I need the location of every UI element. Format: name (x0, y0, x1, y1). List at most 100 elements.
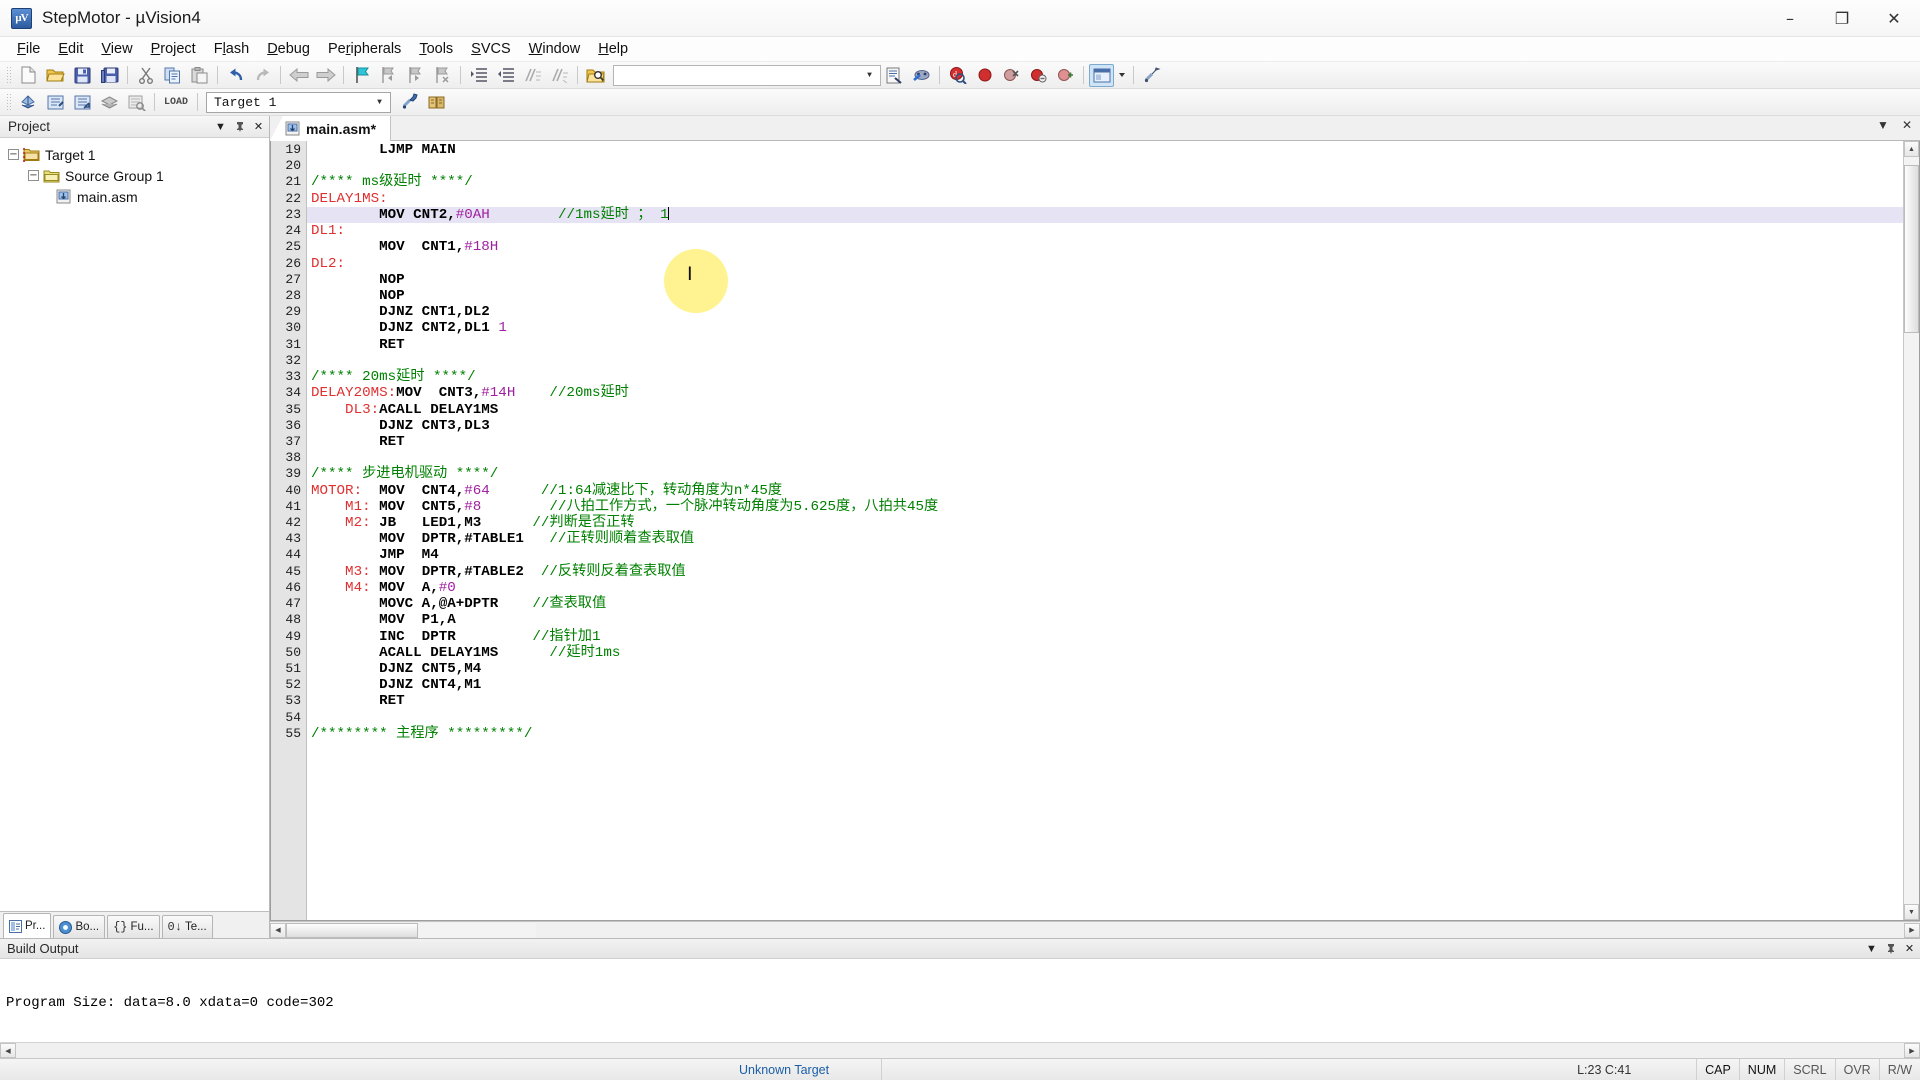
code-line[interactable]: DJNZ CNT4,M1 (307, 677, 1903, 693)
paste-icon[interactable] (187, 64, 212, 87)
save-all-icon[interactable] (97, 64, 122, 87)
target-selector[interactable]: Target 1 ▼ (206, 91, 391, 113)
close-button[interactable]: ✕ (1868, 0, 1920, 37)
code-text-area[interactable]: LJMP MAIN /**** ms级延时 ****/DELAY1MS: MOV … (307, 141, 1903, 920)
code-line[interactable]: RET (307, 434, 1903, 450)
tree-node-main-asm[interactable]: main.asm (0, 186, 269, 207)
menu-project[interactable]: Project (142, 38, 205, 60)
editor-tab-main-asm[interactable]: main.asm* (283, 116, 392, 141)
code-line[interactable]: RET (307, 693, 1903, 709)
cut-icon[interactable] (133, 64, 158, 87)
build-target-icon[interactable] (43, 91, 68, 114)
menu-flash[interactable]: Flash (205, 38, 258, 60)
scroll-left-button[interactable]: ◀ (270, 922, 286, 938)
code-line[interactable]: NOP (307, 272, 1903, 288)
editor-vertical-scrollbar[interactable]: ▲ ▼ (1903, 141, 1919, 920)
code-line[interactable]: INC DPTR //指针加1 (307, 629, 1903, 645)
code-line[interactable]: JMP M4 (307, 547, 1903, 563)
maximize-button[interactable]: ❐ (1816, 0, 1868, 37)
chevron-down-icon[interactable]: ▼ (212, 118, 229, 136)
editor-tab-close-icon[interactable]: ✕ (1898, 118, 1916, 132)
code-line[interactable]: ACALL DELAY1MS //延时1ms (307, 645, 1903, 661)
close-icon[interactable]: ✕ (1901, 940, 1918, 958)
build-scroll-right-button[interactable]: ▶ (1904, 1043, 1920, 1058)
translate-file-icon[interactable] (16, 91, 41, 114)
code-line[interactable]: DJNZ CNT5,M4 (307, 661, 1903, 677)
code-line[interactable]: /**** 步进电机驱动 ****/ (307, 466, 1903, 482)
navigate-back-icon[interactable] (286, 64, 311, 87)
menu-edit[interactable]: Edit (49, 38, 92, 60)
code-line[interactable]: MOV DPTR,#TABLE1 //正转则顺着查表取值 (307, 531, 1903, 547)
breakpoint-insert-icon[interactable] (972, 64, 997, 87)
bookmark-next-icon[interactable] (403, 64, 428, 87)
toolbar-grip[interactable] (5, 92, 12, 112)
code-line[interactable]: M2: JB LED1,M3 //判断是否正转 (307, 515, 1903, 531)
pin-icon[interactable] (231, 118, 248, 136)
navigate-forward-icon[interactable] (313, 64, 338, 87)
code-line[interactable] (307, 710, 1903, 726)
window-layout-dropdown[interactable] (1116, 64, 1128, 87)
code-line[interactable]: MOV CNT2,#0AH //1ms延时 ； 1 (307, 206, 1903, 224)
uncomment-lines-icon[interactable] (547, 64, 572, 87)
expander-icon[interactable]: − (8, 149, 19, 160)
editor-tab-menu-icon[interactable]: ▼ (1873, 118, 1893, 132)
indent-right-icon[interactable] (466, 64, 491, 87)
code-line[interactable]: LJMP MAIN (307, 142, 1903, 158)
code-line[interactable]: NOP (307, 288, 1903, 304)
code-line[interactable]: /**** ms级延时 ****/ (307, 174, 1903, 190)
breakpoint-kill-all-icon[interactable] (999, 64, 1024, 87)
tab-books[interactable]: Bo... (53, 915, 106, 938)
tree-node-source-group[interactable]: − Source Group 1 (0, 165, 269, 186)
open-file-icon[interactable] (43, 64, 68, 87)
scroll-down-button[interactable]: ▼ (1904, 904, 1919, 920)
menu-peripherals[interactable]: Peripherals (319, 38, 410, 60)
find-in-files-icon[interactable] (583, 64, 608, 87)
code-line[interactable]: /**** 20ms延时 ****/ (307, 369, 1903, 385)
bookmark-toggle-icon[interactable] (349, 64, 374, 87)
settings-icon[interactable] (1139, 64, 1164, 87)
tab-project[interactable]: Pr... (3, 913, 52, 938)
tab-templates[interactable]: 0↓ Te... (161, 915, 213, 938)
find-combo[interactable]: ▼ (613, 64, 881, 86)
menu-view[interactable]: View (92, 38, 141, 60)
save-icon[interactable] (70, 64, 95, 87)
code-line[interactable]: DELAY1MS: (307, 191, 1903, 207)
chevron-down-icon[interactable]: ▼ (372, 93, 387, 112)
menu-tools[interactable]: Tools (410, 38, 462, 60)
bookmark-prev-icon[interactable] (376, 64, 401, 87)
configuration-wizard-icon[interactable] (882, 64, 907, 87)
code-line[interactable]: MOVC A,@A+DPTR //查表取值 (307, 596, 1903, 612)
menu-debug[interactable]: Debug (258, 38, 319, 60)
code-line[interactable]: DL3:ACALL DELAY1MS (307, 402, 1903, 418)
stop-build-icon[interactable] (124, 91, 149, 114)
build-scroll-left-button[interactable]: ◀ (0, 1043, 16, 1058)
rebuild-all-icon[interactable] (70, 91, 95, 114)
editor-horizontal-scrollbar[interactable]: ◀ ▶ (270, 921, 1920, 938)
batch-build-icon[interactable] (97, 91, 122, 114)
start-debug-session-icon[interactable]: d (945, 64, 970, 87)
code-line[interactable]: MOV P1,A (307, 612, 1903, 628)
code-line[interactable]: DL2: (307, 256, 1903, 272)
menu-window[interactable]: Window (520, 38, 590, 60)
undo-icon[interactable] (223, 64, 248, 87)
debug-start-icon[interactable] (909, 64, 934, 87)
comment-lines-icon[interactable] (520, 64, 545, 87)
code-line[interactable] (307, 353, 1903, 369)
horizontal-scroll-track[interactable] (286, 922, 536, 938)
code-line[interactable]: DJNZ CNT3,DL3 (307, 418, 1903, 434)
breakpoint-enable-icon[interactable] (1053, 64, 1078, 87)
download-icon[interactable]: LOAD (160, 91, 192, 114)
code-line[interactable]: M4: MOV A,#0 (307, 580, 1903, 596)
expander-icon[interactable]: − (28, 170, 39, 181)
chevron-down-icon[interactable]: ▼ (862, 66, 877, 85)
code-line[interactable]: M1: MOV CNT5,#8 //八拍工作方式，一个脉冲转动角度为5.625度… (307, 499, 1903, 515)
code-line[interactable]: M3: MOV DPTR,#TABLE2 //反转则反着查表取值 (307, 564, 1903, 580)
redo-icon[interactable] (250, 64, 275, 87)
code-line[interactable]: DELAY20MS:MOV CNT3,#14H //20ms延时 (307, 385, 1903, 401)
code-line[interactable] (307, 450, 1903, 466)
chevron-down-icon[interactable]: ▼ (1863, 940, 1880, 958)
code-line[interactable]: /******** 主程序 *********/ (307, 726, 1903, 742)
horizontal-scroll-thumb[interactable] (286, 922, 418, 938)
code-line[interactable]: MOTOR: MOV CNT4,#64 //1:64减速比下，转动角度为n*45… (307, 483, 1903, 499)
indent-left-icon[interactable] (493, 64, 518, 87)
